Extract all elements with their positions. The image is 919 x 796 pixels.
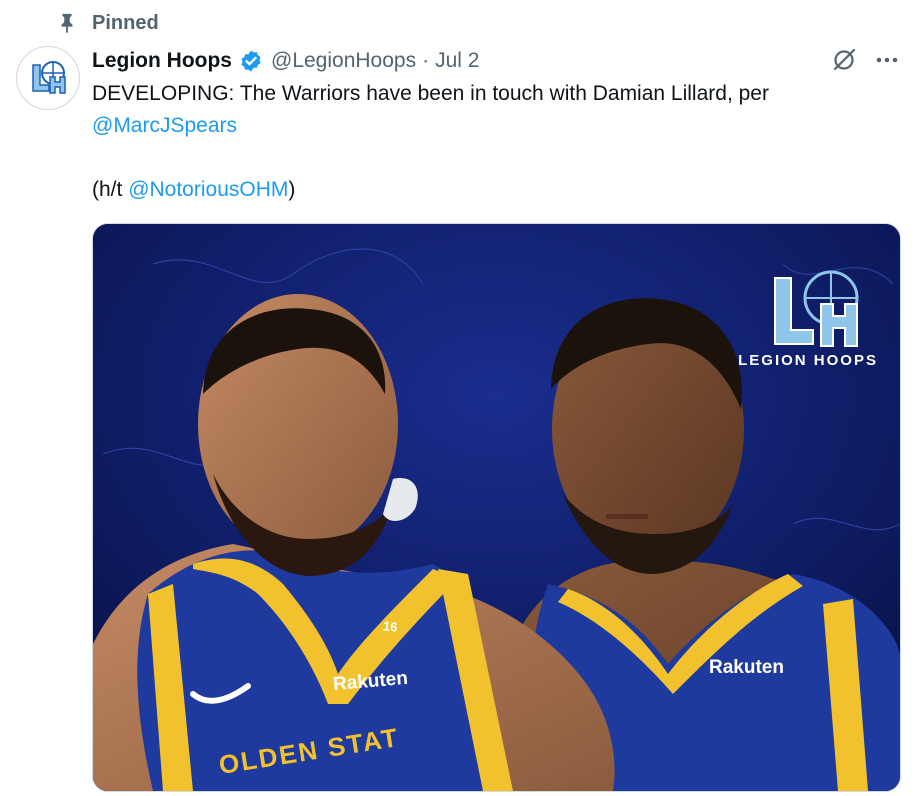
tweet-media-image[interactable]: LEGION HOOPS 16 Rakuten Rakuten OLDEN ST…	[92, 223, 901, 792]
mention-marcjspears[interactable]: @MarcJSpears	[92, 114, 237, 137]
brand-name: LEGION HOOPS	[738, 352, 878, 369]
tweet-line-1: DEVELOPING: The Warriors have been in to…	[92, 78, 882, 142]
jersey-number: 16	[382, 618, 399, 635]
tweet-line-2: (h/t @NotoriousOHM)	[92, 174, 882, 206]
sponsor-right: Rakuten	[709, 657, 784, 678]
ht-suffix: )	[288, 178, 296, 201]
tweet-body: DEVELOPING: The Warriors have been in to…	[92, 82, 769, 105]
ht-prefix: (h/t	[92, 178, 129, 201]
mention-notoriousohm[interactable]: @NotoriousOHM	[128, 178, 288, 201]
pin-icon	[61, 13, 73, 34]
avatar[interactable]	[16, 46, 80, 110]
verified-badge-icon[interactable]	[239, 49, 263, 73]
tweet-text: DEVELOPING: The Warriors have been in to…	[92, 78, 882, 206]
pinned-label: Pinned	[92, 11, 159, 34]
display-name[interactable]: Legion Hoops	[92, 49, 232, 73]
pinned-indicator: Pinned	[56, 8, 159, 38]
author-handle[interactable]: @LegionHoops	[271, 49, 416, 73]
more-icon[interactable]	[873, 46, 901, 74]
tweet-date[interactable]: Jul 2	[435, 49, 479, 73]
grok-icon[interactable]	[831, 47, 857, 73]
separator-dot: ·	[422, 49, 430, 72]
legion-hoops-logo	[18, 48, 78, 108]
tweet-header: Legion Hoops @LegionHoops · Jul 2	[92, 44, 479, 78]
tweet-actions	[831, 46, 901, 74]
legion-hoops-watermark-logo	[774, 270, 859, 347]
